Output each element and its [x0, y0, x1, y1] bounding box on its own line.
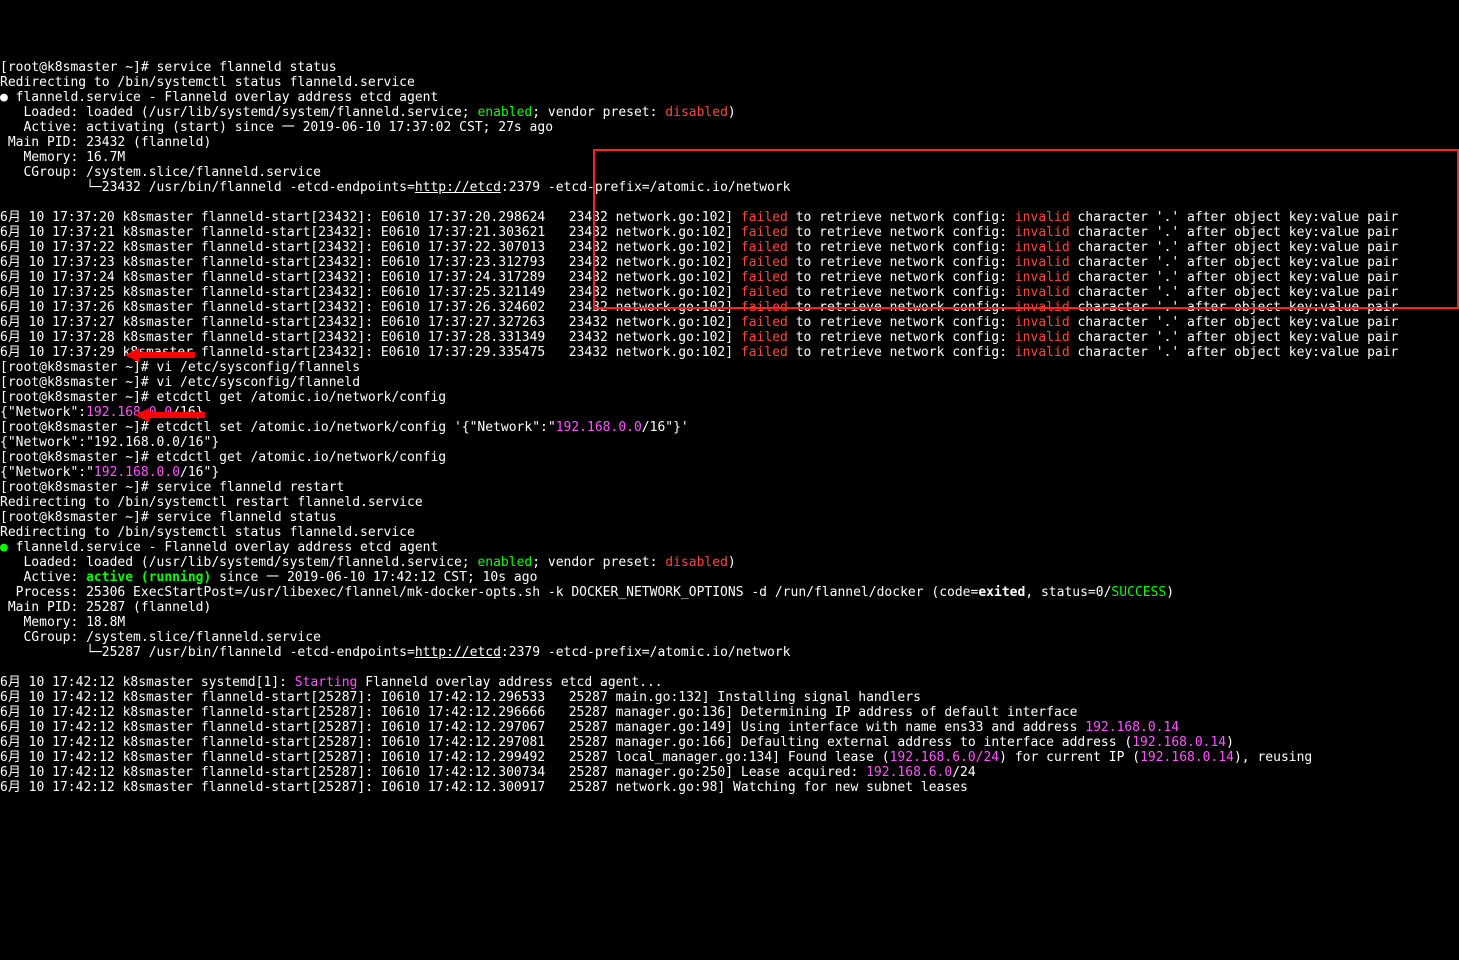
journal-line: 6月 10 17:42:12 k8smaster flanneld-start[… — [0, 765, 976, 780]
error-log-line: 6月 10 17:37:22 k8smaster flanneld-start[… — [0, 240, 1398, 255]
starting-label: Starting — [295, 675, 358, 690]
cmd-line: [root@k8smaster ~]# service flanneld res… — [0, 480, 344, 495]
json-output-good: {"Network":"192.168.0.0/16"} — [0, 465, 219, 480]
cmd-line: [root@k8smaster ~]# etcdctl get /atomic.… — [0, 390, 446, 405]
loaded-line: Loaded: loaded (/usr/lib/systemd/system/… — [0, 105, 736, 120]
journal-line: 6月 10 17:42:12 k8smaster flanneld-start[… — [0, 690, 921, 705]
disabled-label: disabled — [665, 105, 728, 120]
active-running-label: active (running) — [86, 570, 211, 585]
terminal-output[interactable]: [root@k8smaster ~]# service flanneld sta… — [0, 60, 1459, 795]
cmd-line: [root@k8smaster ~]# vi /etc/sysconfig/fl… — [0, 360, 360, 375]
invalid-label: invalid — [1015, 210, 1070, 225]
journal-line: 6月 10 17:42:12 k8smaster flanneld-start[… — [0, 705, 1077, 720]
cmd-line: [root@k8smaster ~]# service flanneld sta… — [0, 510, 337, 525]
json-output-bad: {"Network":192.168.0.0/16} — [0, 405, 204, 420]
error-log-line: 6月 10 17:37:26 k8smaster flanneld-start[… — [0, 300, 1398, 315]
ip-value: 192.168.0.0 — [86, 405, 172, 420]
journal-line: 6月 10 17:42:12 k8smaster flanneld-start[… — [0, 735, 1234, 750]
mainpid-line: Main PID: 25287 (flanneld) — [0, 600, 211, 615]
output-line: Redirecting to /bin/systemctl status fla… — [0, 75, 415, 90]
output-line: Redirecting to /bin/systemctl status fla… — [0, 525, 415, 540]
error-log-line: 6月 10 17:37:28 k8smaster flanneld-start[… — [0, 330, 1398, 345]
journal-line: 6月 10 17:42:12 k8smaster systemd[1]: Sta… — [0, 675, 663, 690]
cgroup-proc: └─23432 /usr/bin/flanneld -etcd-endpoint… — [0, 180, 791, 195]
loaded-line: Loaded: loaded (/usr/lib/systemd/system/… — [0, 555, 736, 570]
cmd-line: [root@k8smaster ~]# service flanneld sta… — [0, 60, 337, 75]
cmd-line: [root@k8smaster ~]# vi /etc/sysconfig/fl… — [0, 375, 360, 390]
enabled-label: enabled — [477, 105, 532, 120]
process-line: Process: 25306 ExecStartPost=/usr/libexe… — [0, 585, 1174, 600]
error-log-line: 6月 10 17:37:20 k8smaster flanneld-start[… — [0, 210, 1398, 225]
cgroup-line: CGroup: /system.slice/flanneld.service — [0, 165, 321, 180]
mainpid-line: Main PID: 23432 (flanneld) — [0, 135, 211, 150]
journal-line: 6月 10 17:42:12 k8smaster flanneld-start[… — [0, 780, 968, 795]
cgroup-line: CGroup: /system.slice/flanneld.service — [0, 630, 321, 645]
error-log-line: 6月 10 17:37:23 k8smaster flanneld-start[… — [0, 255, 1398, 270]
memory-line: Memory: 16.7M — [0, 150, 125, 165]
json-output: {"Network":"192.168.0.0/16"} — [0, 435, 219, 450]
status-dot-activating: ● flanneld.service - Flanneld overlay ad… — [0, 90, 438, 105]
status-dot-active: ● flanneld.service - Flanneld overlay ad… — [0, 540, 438, 555]
active-line: Active: activating (start) since 一 2019-… — [0, 120, 553, 135]
journal-line: 6月 10 17:42:12 k8smaster flanneld-start[… — [0, 750, 1312, 765]
cgroup-proc: └─25287 /usr/bin/flanneld -etcd-endpoint… — [0, 645, 791, 660]
etcd-url: http://etcd — [415, 180, 501, 195]
journal-line: 6月 10 17:42:12 k8smaster flanneld-start[… — [0, 720, 1179, 735]
error-log-line: 6月 10 17:37:21 k8smaster flanneld-start[… — [0, 225, 1398, 240]
error-log-line: 6月 10 17:37:25 k8smaster flanneld-start[… — [0, 285, 1398, 300]
failed-label: failed — [741, 210, 788, 225]
error-log-line: 6月 10 17:37:24 k8smaster flanneld-start[… — [0, 270, 1398, 285]
error-log-line: 6月 10 17:37:29 k8smaster flanneld-start[… — [0, 345, 1398, 360]
cmd-line: [root@k8smaster ~]# etcdctl set /atomic.… — [0, 420, 689, 435]
error-log-line: 6月 10 17:37:27 k8smaster flanneld-start[… — [0, 315, 1398, 330]
active-running-line: Active: active (running) since 一 2019-06… — [0, 570, 537, 585]
output-line: Redirecting to /bin/systemctl restart fl… — [0, 495, 423, 510]
success-label: SUCCESS — [1111, 585, 1166, 600]
cmd-line: [root@k8smaster ~]# etcdctl get /atomic.… — [0, 450, 446, 465]
memory-line: Memory: 18.8M — [0, 615, 125, 630]
